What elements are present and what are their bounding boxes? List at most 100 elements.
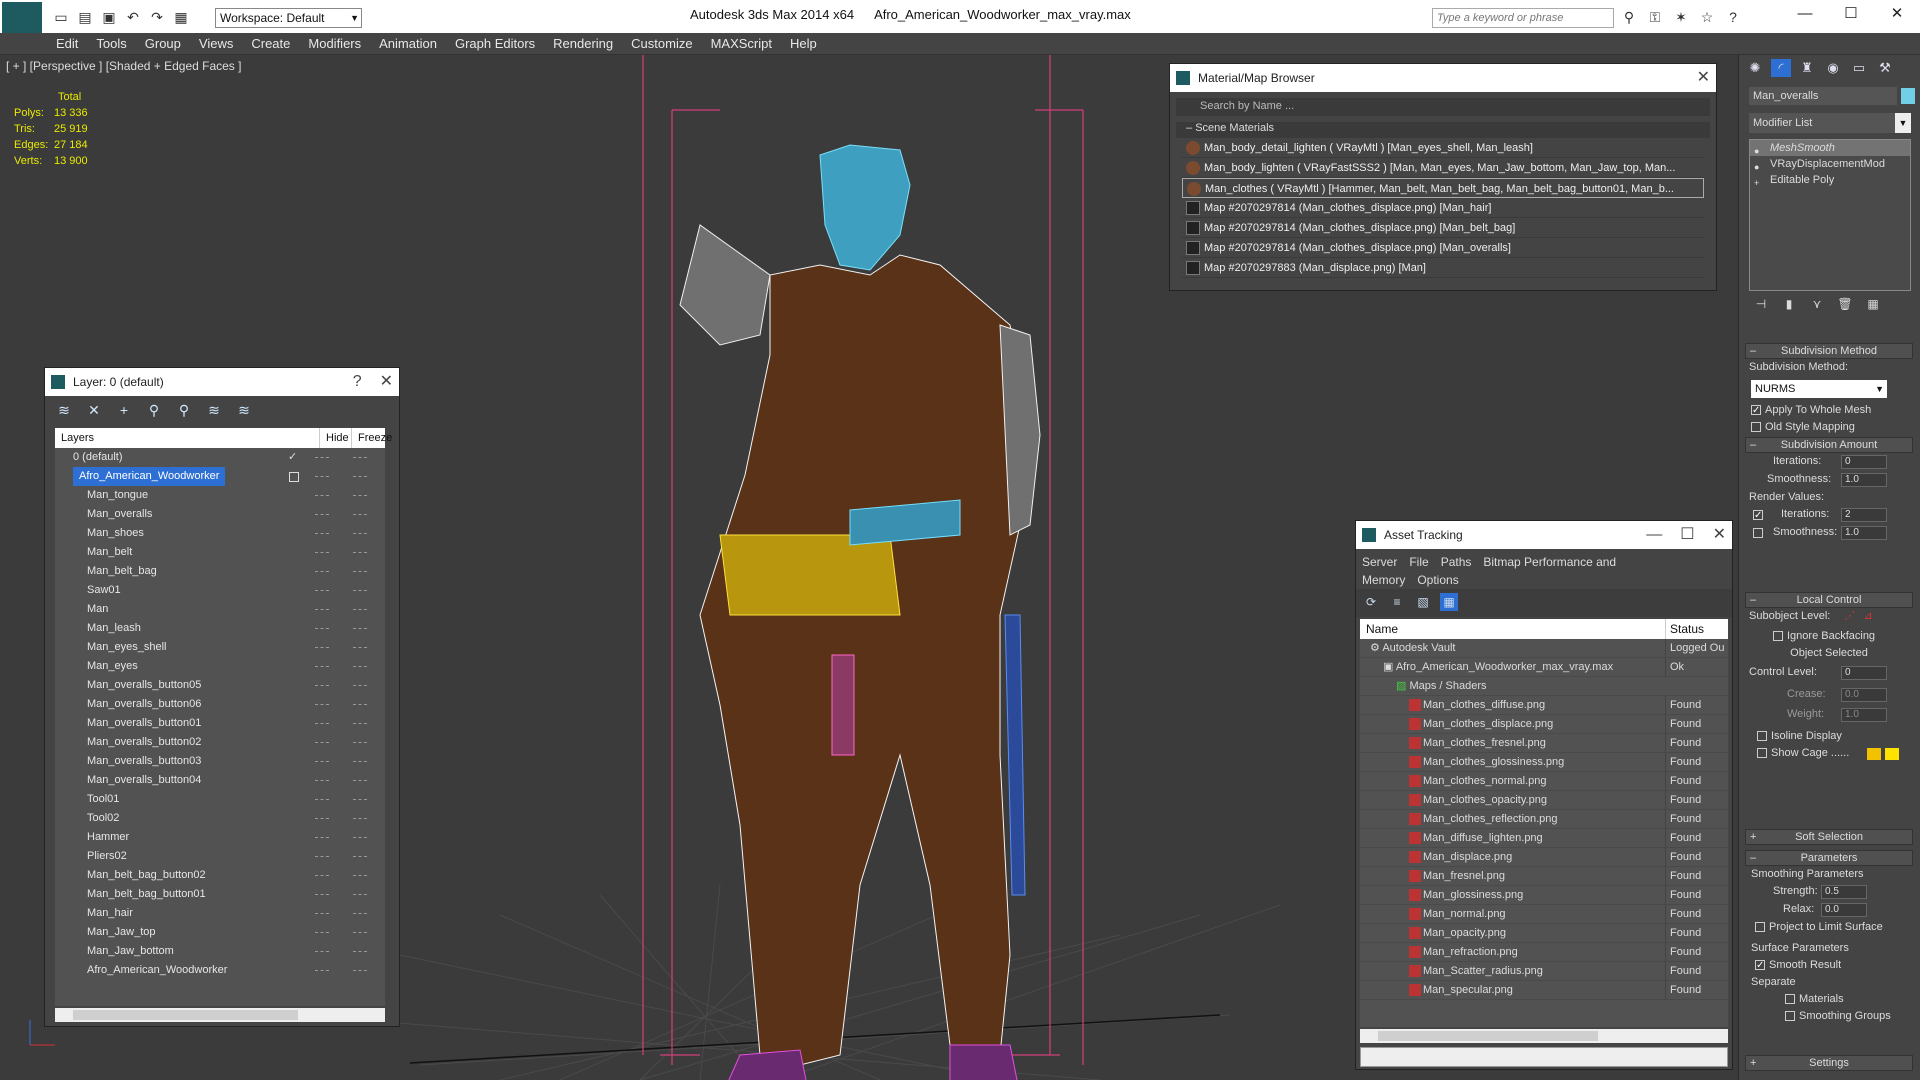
hide-toggle[interactable] [315, 476, 329, 477]
rollout-header[interactable]: + Soft Selection [1745, 829, 1913, 845]
old-style-mapping-checkbox[interactable]: Old Style Mapping [1745, 419, 1913, 436]
layer-row[interactable]: Man_overalls_button06 [55, 695, 385, 714]
hide-toggle[interactable] [315, 951, 329, 952]
hide-toggle[interactable] [315, 666, 329, 667]
hide-toggle[interactable] [315, 932, 329, 933]
horizontal-scrollbar[interactable] [55, 1008, 385, 1022]
create-layer-icon[interactable]: ≋ [55, 401, 73, 419]
binoculars-icon[interactable]: ⚲ [1620, 8, 1638, 26]
freeze-toggle[interactable] [353, 533, 367, 534]
layer-row[interactable]: Afro_American_Woodworker [55, 961, 385, 980]
menu-item[interactable]: Animation [370, 33, 446, 55]
asset-tracking-titlebar[interactable]: Asset Tracking — ☐ ✕ [1356, 521, 1732, 549]
layer-row[interactable]: Hammer [55, 828, 385, 847]
menu-item[interactable]: Modifiers [299, 33, 370, 55]
render-iterations-spinner[interactable]: 2 [1841, 508, 1887, 522]
hide-toggle[interactable] [315, 685, 329, 686]
close-icon[interactable]: ✕ [1874, 0, 1920, 28]
asset-row[interactable]: Man_normal.png Found [1360, 905, 1728, 924]
menu-item[interactable]: Views [190, 33, 242, 55]
path-field[interactable] [1360, 1047, 1728, 1067]
material-row[interactable]: Man_body_lighten ( VRayFastSSS2 ) [Man, … [1182, 158, 1704, 178]
minimize-icon[interactable]: — [1782, 0, 1828, 28]
material-row[interactable]: Man_body_detail_lighten ( VRayMtl ) [Man… [1182, 138, 1704, 158]
object-name-field[interactable]: Man_overalls [1749, 87, 1897, 105]
freeze-toggle[interactable] [353, 799, 367, 800]
weight-spinner[interactable]: 1.0 [1841, 708, 1887, 722]
smoothness-spinner[interactable]: 1.0 [1841, 473, 1887, 487]
layer-row[interactable]: Pliers02 [55, 847, 385, 866]
community-icon[interactable]: ✶ [1672, 8, 1690, 26]
freeze-toggle[interactable] [353, 780, 367, 781]
highlight-layer-icon[interactable]: ⚲ [175, 401, 193, 419]
layer-row[interactable]: Man_belt_bag [55, 562, 385, 581]
layer-row[interactable]: Man_shoes [55, 524, 385, 543]
freeze-toggle[interactable] [353, 571, 367, 572]
hide-toggle[interactable] [315, 590, 329, 591]
subdivision-method-select[interactable]: NURMS ▼ [1751, 380, 1887, 398]
asset-menu-item[interactable]: File [1409, 555, 1428, 569]
maximize-icon[interactable]: ☐ [1828, 0, 1874, 28]
workspace-dropdown[interactable]: Workspace: Default ▼ [215, 8, 362, 28]
save-icon[interactable]: ▣ [100, 8, 118, 26]
layer-row[interactable]: Saw01 [55, 581, 385, 600]
hide-toggle[interactable] [315, 495, 329, 496]
layer-row[interactable]: Man_Jaw_top [55, 923, 385, 942]
add-to-layer-icon[interactable]: + [115, 401, 133, 419]
hide-toggle[interactable] [315, 818, 329, 819]
select-in-layer-icon[interactable]: ⚲ [145, 401, 163, 419]
hide-toggle[interactable] [315, 875, 329, 876]
hide-toggle[interactable] [315, 913, 329, 914]
object-color-swatch[interactable] [1901, 88, 1915, 104]
smooth-result-checkbox[interactable]: Smooth Result [1745, 957, 1913, 974]
layer-row[interactable]: Man_overalls_button03 [55, 752, 385, 771]
render-smoothness-checkbox[interactable] [1753, 528, 1763, 538]
col-freeze[interactable]: Freeze [351, 428, 392, 448]
asset-menu-item[interactable]: Options [1417, 573, 1458, 587]
material-row[interactable]: Map #2070297814 (Man_clothes_displace.pn… [1182, 238, 1704, 258]
menu-item[interactable]: Group [136, 33, 190, 55]
freeze-toggle[interactable] [353, 875, 367, 876]
layer-row[interactable]: Man_belt [55, 543, 385, 562]
layer-row[interactable]: Man [55, 600, 385, 619]
col-name[interactable]: Name [1366, 619, 1398, 639]
modifier-list-dropdown[interactable]: Modifier List ▼ [1749, 113, 1911, 133]
asset-row[interactable]: Man_fresnel.png Found [1360, 867, 1728, 886]
hide-toggle[interactable] [315, 704, 329, 705]
thumbnail-view-icon[interactable]: ▧ [1414, 593, 1432, 611]
material-row[interactable]: Man_clothes ( VRayMtl ) [Hammer, Man_bel… [1182, 178, 1704, 198]
render-iterations-checkbox[interactable] [1753, 507, 1763, 524]
layer-row[interactable]: Man_belt_bag_button01 [55, 885, 385, 904]
asset-row[interactable]: Man_clothes_opacity.png Found [1360, 791, 1728, 810]
rollout-header[interactable]: + Settings [1745, 1055, 1913, 1071]
iterations-spinner[interactable]: 0 [1841, 455, 1887, 469]
create-tab-icon[interactable]: ✺ [1745, 59, 1765, 77]
crease-spinner[interactable]: 0.0 [1841, 688, 1887, 702]
layer-row[interactable]: Man_leash [55, 619, 385, 638]
help-icon[interactable]: ? [1724, 8, 1742, 26]
asset-row[interactable]: ⚙ Autodesk Vault Logged Ou [1360, 639, 1728, 658]
layer-row[interactable]: Man_overalls_button01 [55, 714, 385, 733]
freeze-toggle[interactable] [353, 818, 367, 819]
layer-row[interactable]: Man_overalls [55, 505, 385, 524]
cage-color-swatch[interactable] [1867, 748, 1881, 760]
stack-item-meshsmooth[interactable]: ● MeshSmooth [1750, 140, 1910, 156]
stack-item-editable-poly[interactable]: + Editable Poly [1750, 172, 1910, 188]
menu-item[interactable]: Edit [47, 33, 87, 55]
close-icon[interactable]: ✕ [1697, 64, 1710, 92]
layer-row[interactable]: Man_overalls_button05 [55, 676, 385, 695]
menu-item[interactable]: Rendering [544, 33, 622, 55]
hide-toggle[interactable] [315, 799, 329, 800]
hide-toggle[interactable] [315, 571, 329, 572]
show-end-result-icon[interactable]: ▮ [1781, 297, 1797, 313]
asset-row[interactable]: Man_clothes_fresnel.png Found [1360, 734, 1728, 753]
hierarchy-tab-icon[interactable]: ♜ [1797, 59, 1817, 77]
hide-toggle[interactable] [315, 723, 329, 724]
layer-row[interactable]: Tool02 [55, 809, 385, 828]
layer-row[interactable]: 0 (default) ✓ [55, 448, 385, 467]
layer-row[interactable]: Man_eyes [55, 657, 385, 676]
remove-modifier-icon[interactable]: 🗑 [1837, 297, 1853, 313]
pin-stack-icon[interactable]: ⊣ [1753, 297, 1769, 313]
separate-smoothing-groups-checkbox[interactable]: Smoothing Groups [1745, 1008, 1913, 1025]
layer-row[interactable]: Man_tongue [55, 486, 385, 505]
